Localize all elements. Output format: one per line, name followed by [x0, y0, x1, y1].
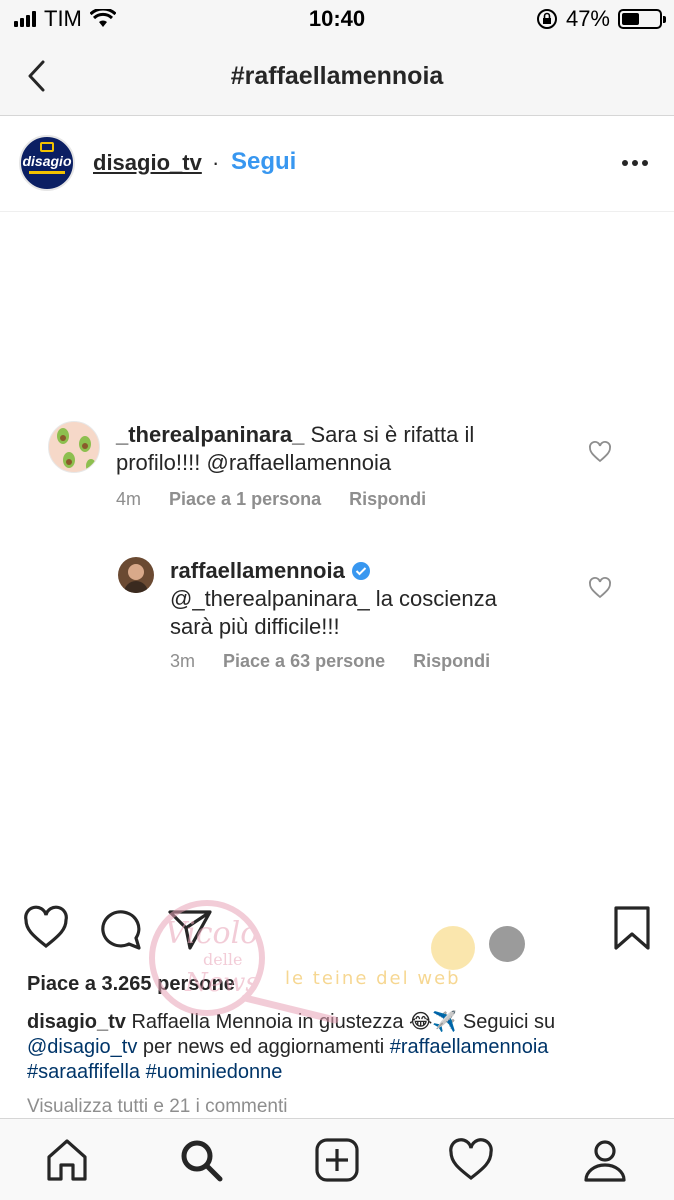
comment-icon[interactable]: [96, 904, 144, 952]
post-header: disagio disagio_tv · Segui: [0, 116, 674, 212]
comment-likes: Piace a 1 persona: [169, 489, 322, 509]
page-title: #raffaellamennoia: [230, 62, 444, 90]
nav-header: #raffaellamennoia: [0, 40, 674, 116]
bottom-tab-bar: [0, 1118, 674, 1200]
reply-text: raffaellamennoia @_therealpaninara_ la c…: [170, 557, 570, 641]
post-avatar[interactable]: disagio: [19, 135, 75, 191]
reply-avatar: [118, 557, 154, 593]
comment-username: _therealpaninara_: [116, 422, 305, 447]
tv-logo-icon: [40, 142, 54, 152]
comment-reply: Rispondi: [349, 489, 427, 509]
logo-underline: [29, 171, 65, 174]
comment-meta: 4m Piace a 1 persona Rispondi: [116, 489, 426, 510]
profile-icon[interactable]: [582, 1137, 628, 1183]
avocado-pattern-icon: [57, 428, 96, 472]
caption-hashtag[interactable]: #raffaellamennoia: [390, 1036, 549, 1058]
follow-button[interactable]: Segui: [231, 148, 296, 176]
comment-time: 4m: [116, 489, 142, 509]
avatar-logo-text: disagio: [22, 153, 72, 169]
commenter-avatar: [48, 421, 100, 473]
likes-count[interactable]: Piace a 3.265 persone: [27, 973, 235, 996]
reply-likes: Piace a 63 persone: [223, 651, 386, 671]
battery-icon: [618, 9, 666, 29]
watermark-text-4: le teine del web: [285, 968, 461, 989]
caption-hashtag[interactable]: #saraaffifella: [27, 1061, 140, 1083]
caption-text-1: Raffaella Mennoia in giustezza 😂✈️ Segui…: [125, 1011, 556, 1033]
reply-body-line1: @_therealpaninara_ la coscienza: [170, 586, 497, 611]
reply-body-line2: sarà più difficile!!!: [170, 614, 340, 639]
status-right: 47%: [536, 6, 666, 32]
reply-time: 3m: [170, 651, 196, 671]
caption-mention[interactable]: @disagio_tv: [27, 1036, 137, 1058]
caption-text-2: per news ed aggiornamenti: [137, 1036, 390, 1058]
like-heart-icon[interactable]: [22, 904, 70, 952]
post-caption: disagio_tv Raffaella Mennoia in giustezz…: [27, 1010, 647, 1085]
post-image[interactable]: _therealpaninara_ Sara si è rifatta il p…: [0, 213, 674, 890]
add-post-icon[interactable]: [314, 1137, 360, 1183]
post-username[interactable]: disagio_tv: [93, 150, 202, 176]
separator-dot: ·: [212, 150, 220, 175]
share-paper-plane-icon[interactable]: [166, 904, 214, 952]
save-bookmark-icon[interactable]: [608, 904, 656, 952]
rotation-lock-icon: [536, 9, 557, 29]
search-icon[interactable]: [178, 1137, 224, 1183]
person-photo-icon: [124, 564, 148, 593]
view-all-comments-link[interactable]: Visualizza tutti e 21 i commenti: [27, 1096, 288, 1118]
reply-meta: 3m Piace a 63 persone Rispondi: [170, 651, 490, 672]
caption-username[interactable]: disagio_tv: [27, 1011, 126, 1033]
comment-text: _therealpaninara_ Sara si è rifatta il p…: [116, 421, 576, 477]
more-dots-icon[interactable]: [622, 160, 648, 166]
status-bar: TIM 10:40 47%: [0, 0, 674, 40]
battery-percent: 47%: [565, 6, 610, 31]
caption-hashtag[interactable]: #uominiedonne: [146, 1061, 283, 1083]
home-icon[interactable]: [44, 1137, 90, 1183]
reply-reply: Rispondi: [413, 651, 491, 671]
comment-heart-icon: [589, 441, 611, 463]
comment-body-line1: Sara si è rifatta il: [310, 422, 475, 447]
verified-badge-icon: [351, 562, 370, 580]
reply-heart-icon: [589, 577, 611, 599]
comment-body-line2: profilo!!!! @raffaellamennoia: [116, 450, 392, 475]
activity-heart-icon[interactable]: [448, 1137, 494, 1183]
reply-username: raffaellamennoia: [170, 558, 345, 583]
post-actions: [0, 904, 674, 960]
